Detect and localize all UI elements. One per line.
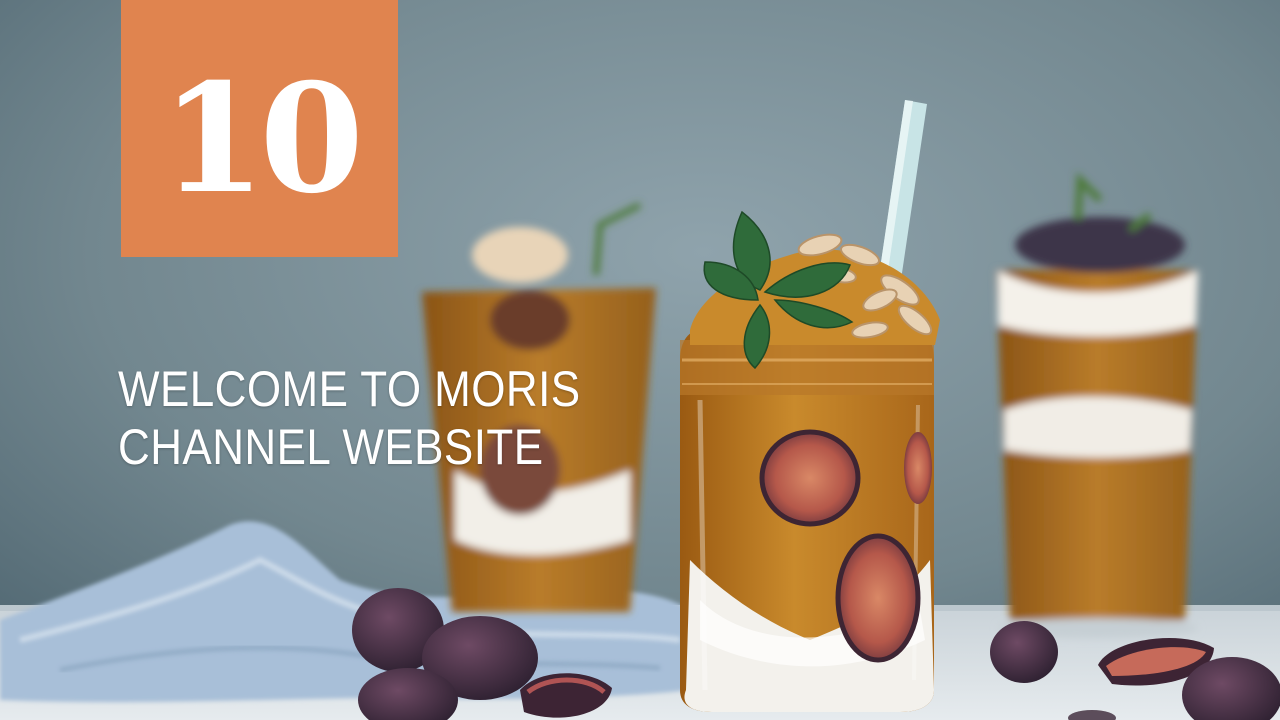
slide: 10 WELCOME TO MORIS CHANNEL WEBSITE	[0, 0, 1280, 720]
number-badge: 10	[121, 0, 398, 257]
slide-number: 10	[161, 50, 364, 227]
welcome-title: WELCOME TO MORIS CHANNEL WEBSITE	[118, 361, 581, 475]
